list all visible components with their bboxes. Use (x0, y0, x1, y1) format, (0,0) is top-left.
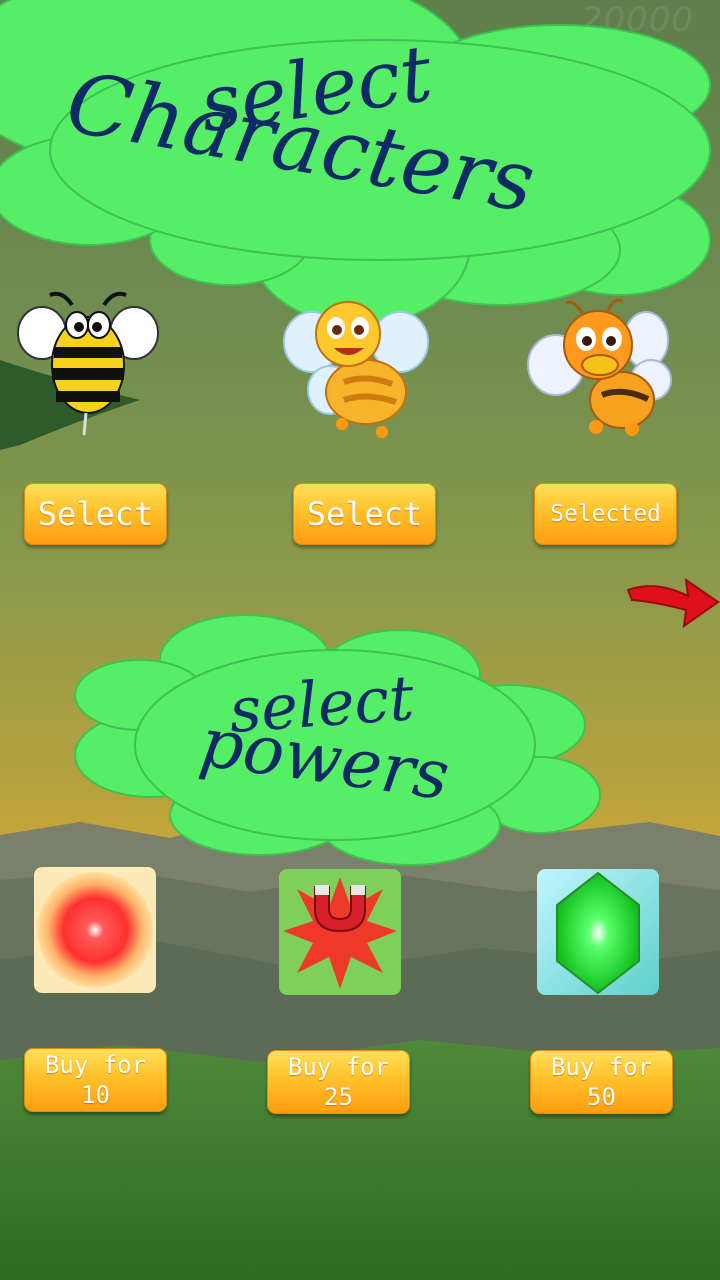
select-character-2-label: Select (306, 495, 423, 533)
buy-power-3-button[interactable]: Buy for 50 (530, 1050, 673, 1114)
striped-bee-character[interactable] (12, 285, 162, 440)
next-arrow-icon[interactable] (626, 576, 720, 630)
cute-bee-character[interactable] (282, 292, 432, 442)
buy-power-3-label: Buy for 50 (550, 1053, 653, 1111)
select-powers-banner: select powers (74, 614, 601, 866)
buy-power-2-label: Buy for 25 (287, 1053, 390, 1111)
orange-bee-character[interactable] (526, 295, 674, 443)
buy-power-1-button[interactable]: Buy for 10 (24, 1048, 167, 1112)
selected-character-3-label: Selected (550, 501, 661, 527)
magnet-power-icon[interactable] (279, 869, 401, 995)
selected-character-3-button[interactable]: Selected (534, 483, 677, 545)
select-characters-banner: select Characters (0, 0, 711, 326)
select-character-1-label: Select (37, 495, 154, 533)
buy-power-1-label: Buy for 10 (44, 1051, 147, 1109)
select-character-2-button[interactable]: Select (293, 483, 436, 545)
buy-power-2-button[interactable]: Buy for 25 (267, 1050, 410, 1114)
select-character-1-button[interactable]: Select (24, 483, 167, 545)
green-gem-power-icon[interactable] (537, 869, 659, 995)
fireball-power-icon[interactable] (34, 867, 156, 993)
